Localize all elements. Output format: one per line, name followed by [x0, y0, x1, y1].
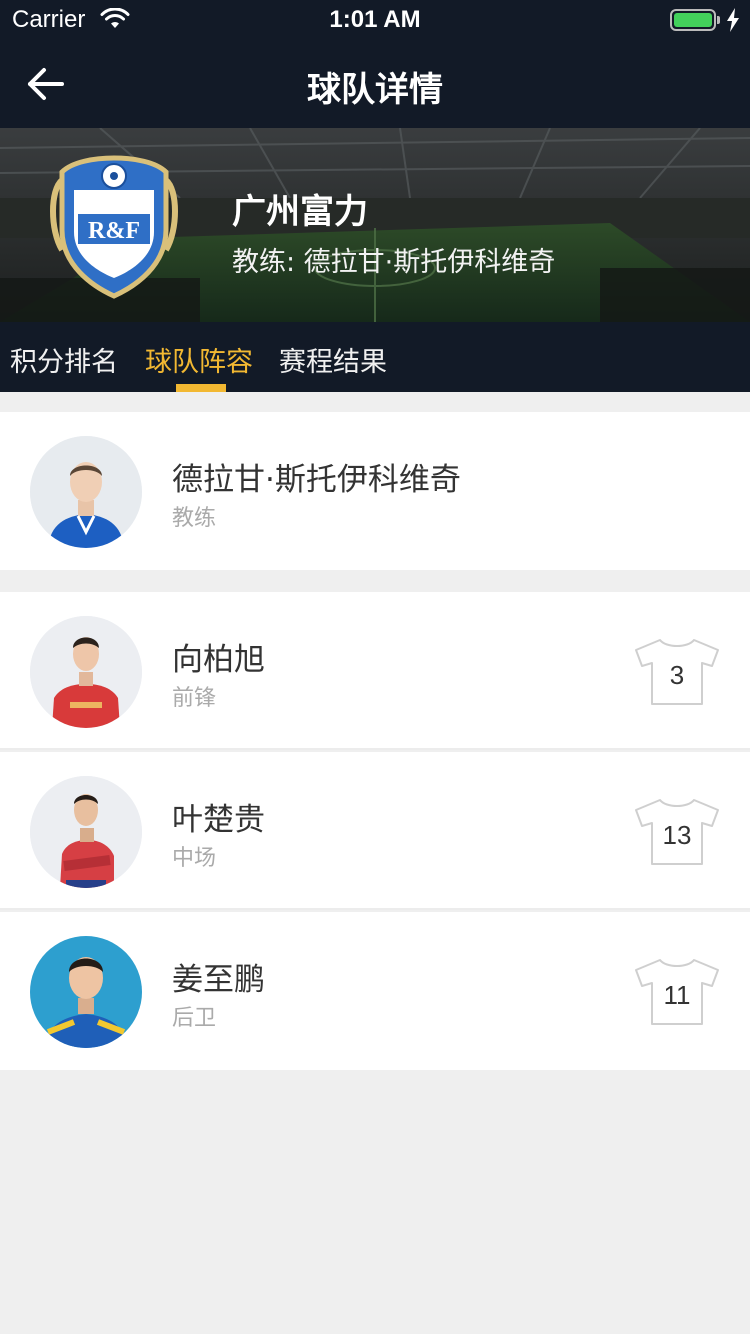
player-position: 后卫 [172, 1006, 217, 1031]
coach-name: 德拉甘·斯托伊科维奇 [172, 462, 461, 498]
tab-standings[interactable]: 积分排名 [10, 340, 118, 379]
battery-icon [670, 9, 716, 31]
logo-lettering: R&F [88, 218, 140, 244]
player-row[interactable]: 叶楚贵 中场 13 [0, 752, 750, 910]
player-position: 中场 [172, 846, 217, 871]
jersey-number: 11 [663, 980, 691, 1010]
tab-bar: 积分排名 球队阵容 赛程结果 [0, 322, 750, 392]
coach-row[interactable]: 德拉甘·斯托伊科维奇 教练 [0, 412, 750, 570]
team-coach-label: 教练: 德拉甘·斯托伊科维奇 [232, 247, 556, 278]
player-row[interactable]: 向柏旭 前锋 3 [0, 592, 750, 750]
tab-roster[interactable]: 球队阵容 [145, 340, 253, 379]
clock: 1:01 AM [329, 6, 421, 33]
battery-nub [717, 16, 720, 24]
team-logo-icon: R&F [50, 155, 178, 299]
team-header-banner: R&F 广州富力 教练: 德拉甘·斯托伊科维奇 [0, 128, 750, 322]
page-title: 球队详情 [307, 70, 443, 110]
jersey-number: 13 [662, 820, 692, 850]
active-tab-indicator [176, 384, 226, 392]
status-bar: Carrier 1:01 AM [0, 0, 750, 40]
coach-role: 教练 [172, 506, 217, 531]
charging-bolt-icon [727, 8, 739, 32]
player-name: 叶楚贵 [172, 802, 265, 838]
tab-schedule[interactable]: 赛程结果 [279, 340, 387, 379]
navigation-bar: 球队详情 [0, 40, 750, 128]
coach-avatar [30, 436, 142, 548]
player-position: 前锋 [172, 686, 217, 711]
player-row[interactable]: 姜至鹏 后卫 11 [0, 912, 750, 1070]
player-name: 姜至鹏 [172, 962, 265, 998]
team-name: 广州富力 [232, 192, 368, 232]
player-name: 向柏旭 [172, 642, 265, 678]
player-avatar [30, 936, 142, 1048]
player-avatar [30, 616, 142, 728]
player-avatar [30, 776, 142, 888]
jersey-number: 3 [669, 660, 685, 690]
